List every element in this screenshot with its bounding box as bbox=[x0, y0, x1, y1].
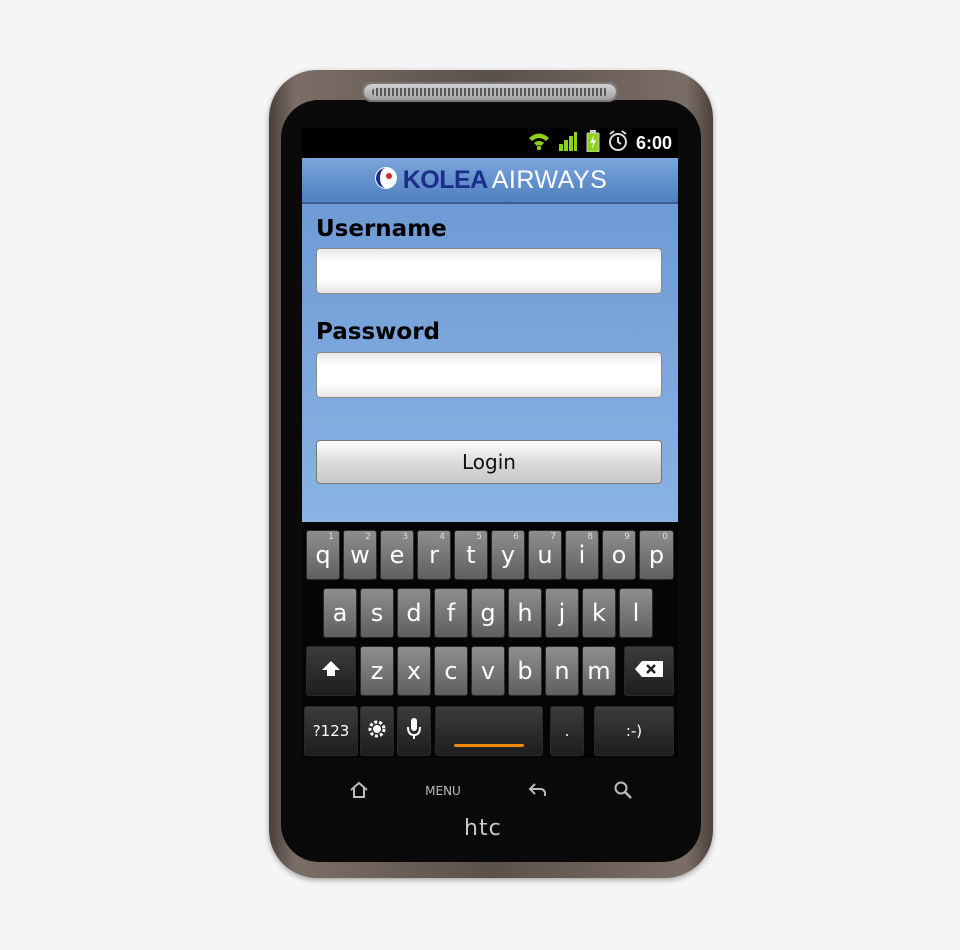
key-y[interactable]: 6y bbox=[491, 530, 525, 580]
search-button[interactable] bbox=[606, 776, 640, 806]
key-h[interactable]: h bbox=[508, 588, 542, 638]
key-q[interactable]: 1q bbox=[306, 530, 340, 580]
shift-key[interactable] bbox=[306, 646, 356, 696]
app-header: KOLEA AIRWAYS bbox=[302, 158, 678, 204]
menu-button[interactable]: MENU bbox=[418, 776, 468, 806]
home-button[interactable] bbox=[342, 776, 376, 806]
key-g[interactable]: g bbox=[471, 588, 505, 638]
signal-icon bbox=[558, 131, 578, 155]
search-icon bbox=[613, 780, 633, 803]
login-button[interactable]: Login bbox=[316, 440, 662, 484]
period-key[interactable]: . bbox=[550, 706, 584, 756]
microphone-key[interactable] bbox=[397, 706, 431, 756]
shift-icon bbox=[320, 659, 342, 683]
key-z[interactable]: z bbox=[360, 646, 394, 696]
status-clock: 6:00 bbox=[635, 132, 672, 153]
key-a[interactable]: a bbox=[323, 588, 357, 638]
settings-key[interactable] bbox=[360, 706, 394, 756]
key-i[interactable]: 8i bbox=[565, 530, 599, 580]
settings-icon bbox=[367, 719, 387, 743]
backspace-icon bbox=[634, 660, 664, 682]
logo-emblem-icon bbox=[373, 165, 399, 196]
logo-suffix-text: AIRWAYS bbox=[491, 165, 608, 194]
login-form: Username Password Login bbox=[302, 204, 678, 522]
symbols-key[interactable]: ?123 bbox=[304, 706, 358, 756]
key-m[interactable]: m bbox=[582, 646, 616, 696]
key-b[interactable]: b bbox=[508, 646, 542, 696]
key-n[interactable]: n bbox=[545, 646, 579, 696]
key-l[interactable]: l bbox=[619, 588, 653, 638]
screen: 6:00 KOLEA AIRWAYS Username Password Log… bbox=[302, 128, 678, 522]
key-p[interactable]: 0p bbox=[639, 530, 674, 580]
key-d[interactable]: d bbox=[397, 588, 431, 638]
status-bar: 6:00 bbox=[302, 128, 678, 158]
key-c[interactable]: c bbox=[434, 646, 468, 696]
backspace-key[interactable] bbox=[624, 646, 674, 696]
microphone-icon bbox=[406, 717, 422, 745]
key-x[interactable]: x bbox=[397, 646, 431, 696]
key-o[interactable]: 9o bbox=[602, 530, 636, 580]
home-icon bbox=[349, 781, 369, 802]
hardware-navbar: MENU bbox=[330, 776, 650, 806]
password-label: Password bbox=[316, 319, 440, 345]
speaker-grille bbox=[362, 82, 618, 102]
battery-charging-icon bbox=[586, 130, 600, 156]
password-field[interactable] bbox=[316, 352, 662, 398]
space-bar-indicator bbox=[454, 744, 524, 747]
wifi-icon bbox=[528, 131, 550, 155]
key-f[interactable]: f bbox=[434, 588, 468, 638]
smiley-key[interactable]: :-) bbox=[594, 706, 674, 756]
back-button[interactable] bbox=[520, 776, 554, 806]
key-v[interactable]: v bbox=[471, 646, 505, 696]
key-w[interactable]: 2w bbox=[343, 530, 377, 580]
alarm-icon bbox=[608, 130, 628, 156]
key-r[interactable]: 4r bbox=[417, 530, 451, 580]
space-bar[interactable] bbox=[435, 706, 543, 756]
key-j[interactable]: j bbox=[545, 588, 579, 638]
key-s[interactable]: s bbox=[360, 588, 394, 638]
app-logo: KOLEA AIRWAYS bbox=[373, 165, 608, 196]
key-k[interactable]: k bbox=[582, 588, 616, 638]
key-u[interactable]: 7u bbox=[528, 530, 562, 580]
key-t[interactable]: 5t bbox=[454, 530, 488, 580]
username-field[interactable] bbox=[316, 248, 662, 294]
back-icon bbox=[527, 781, 547, 802]
key-e[interactable]: 3e bbox=[380, 530, 414, 580]
device-brand-logo: htc bbox=[464, 816, 502, 841]
logo-brand-text: KOLEA bbox=[402, 165, 489, 194]
soft-keyboard: 1q 2w 3e 4r 5t 6y 7u 8i 9o 0p a s d f g … bbox=[302, 522, 678, 758]
username-label: Username bbox=[316, 216, 447, 242]
